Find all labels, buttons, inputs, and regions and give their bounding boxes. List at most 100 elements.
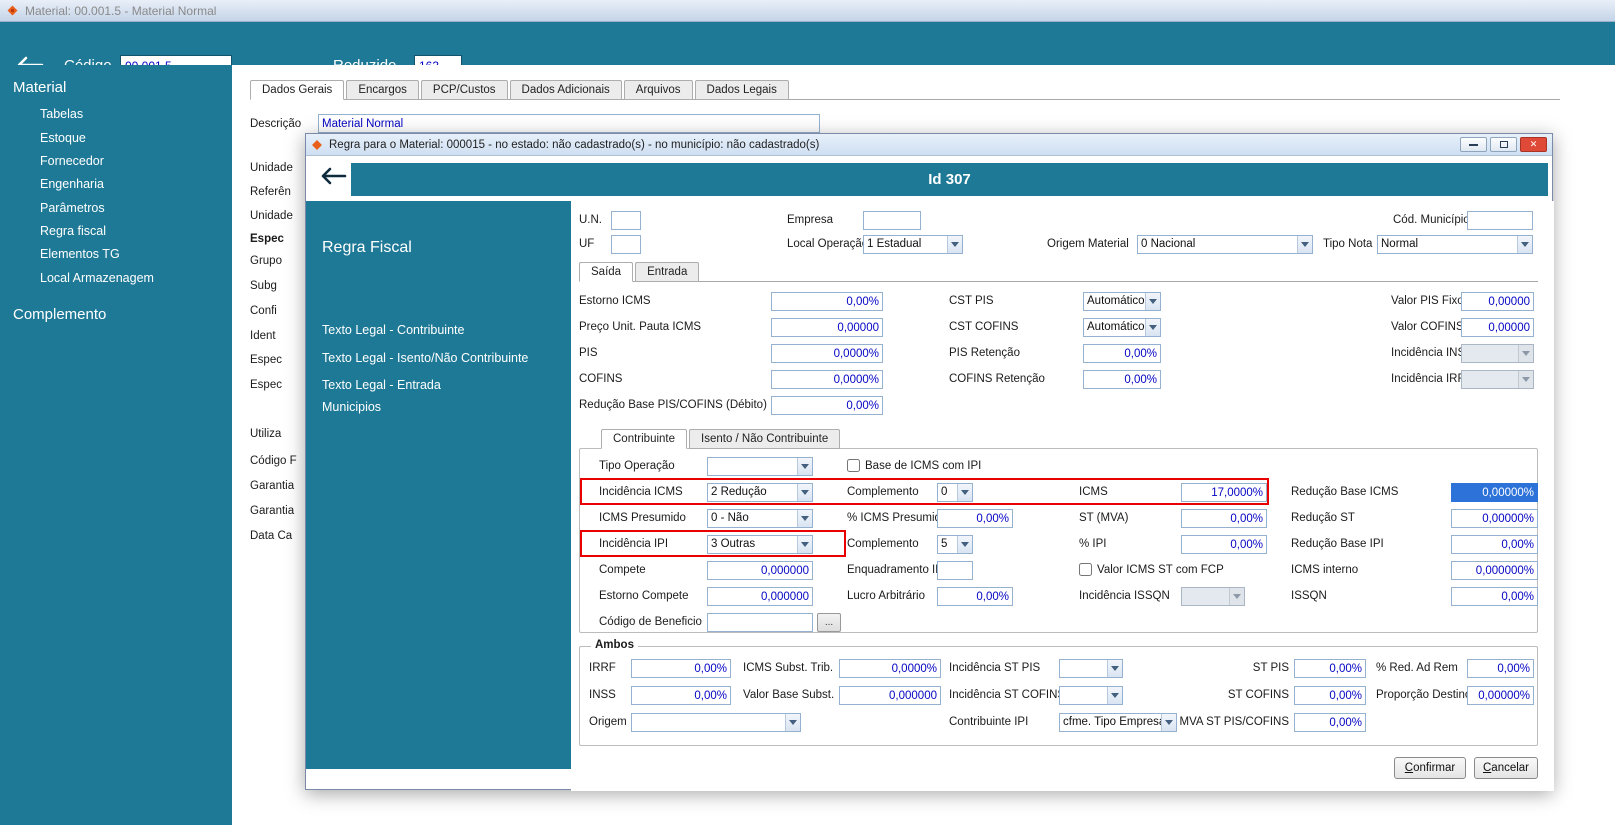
tab-dados-gerais[interactable]: Dados Gerais: [250, 80, 345, 100]
lucro-arbitrario-input[interactable]: [937, 587, 1013, 606]
tab-dados-adicionais[interactable]: Dados Adicionais: [509, 80, 622, 100]
lucro-arbitrario-label: Lucro Arbitrário: [847, 590, 925, 602]
sidebar-item-engenharia[interactable]: Engenharia: [40, 177, 104, 191]
icms-subst-trib-label: ICMS Subst. Trib.: [743, 662, 834, 674]
irrf-input[interactable]: [631, 659, 731, 678]
incidencia-ipi-select[interactable]: 3 Outras: [707, 535, 813, 554]
enquadramento-ipi-input[interactable]: [937, 561, 973, 580]
sidebar-section-complemento[interactable]: Complemento: [13, 306, 106, 323]
incidencia-irrf-select[interactable]: [1461, 370, 1534, 389]
local-operacao-select[interactable]: 1 Estadual: [863, 235, 963, 254]
un-input[interactable]: [611, 211, 641, 230]
icms-interno-input[interactable]: [1451, 561, 1538, 580]
tab-isento-nao-contribuinte[interactable]: Isento / Não Contribuinte: [689, 429, 841, 449]
reducao-st-input[interactable]: [1451, 509, 1538, 528]
tab-contribuinte[interactable]: Contribuinte: [601, 429, 688, 449]
icms-presumido-label: ICMS Presumido: [599, 512, 686, 524]
origem-select[interactable]: [631, 713, 801, 732]
incidencia-icms-select[interactable]: 2 Redução: [707, 483, 813, 502]
pct-red-ad-rem-input[interactable]: [1467, 659, 1534, 678]
origem-material-select[interactable]: 0 Nacional: [1137, 235, 1313, 254]
preco-unit-pauta-icms-input[interactable]: [771, 318, 883, 337]
nav-item-texto-legal-entrada[interactable]: Texto Legal - Entrada: [322, 378, 441, 392]
sidebar-item-parametros[interactable]: Parâmetros: [40, 201, 105, 215]
incidencia-st-cofins-select[interactable]: [1059, 686, 1123, 705]
modal-back-arrow-icon: [321, 167, 347, 185]
valor-base-subst-input[interactable]: [839, 686, 941, 705]
icms-input[interactable]: [1181, 483, 1267, 502]
cofins-input[interactable]: [771, 370, 883, 389]
sidebar-item-local-armazenagem[interactable]: Local Armazenagem: [40, 271, 154, 285]
sidebar-item-tabelas[interactable]: Tabelas: [40, 107, 83, 121]
contribuinte-ipi-select[interactable]: cfme. Tipo Empresa: [1059, 713, 1177, 732]
inss-input[interactable]: [631, 686, 731, 705]
tab-arquivos[interactable]: Arquivos: [623, 80, 693, 100]
clipped-label-grupo: Grupo: [250, 255, 282, 267]
reducao-base-ipi-input[interactable]: [1451, 535, 1538, 554]
nav-item-texto-legal-contribuinte[interactable]: Texto Legal - Contribuinte: [322, 323, 464, 337]
sidebar-item-elementos-tg[interactable]: Elementos TG: [40, 247, 120, 261]
close-button[interactable]: [1520, 137, 1547, 152]
uf-input[interactable]: [611, 235, 641, 254]
tab-entrada[interactable]: Entrada: [635, 262, 700, 282]
estorno-icms-input[interactable]: [771, 292, 883, 311]
pis-retencao-input[interactable]: [1083, 344, 1161, 363]
confirmar-button[interactable]: Confirmar: [1394, 757, 1466, 779]
tab-saida[interactable]: Saída: [579, 262, 634, 282]
reducao-base-icms-input[interactable]: [1451, 483, 1538, 502]
incidencia-st-pis-label: Incidência ST PIS: [949, 662, 1041, 674]
sidebar-item-estoque[interactable]: Estoque: [40, 131, 86, 145]
valor-cofins-fixo-input[interactable]: [1461, 318, 1534, 337]
st-pis-input[interactable]: [1294, 659, 1366, 678]
pct-ipi-input[interactable]: [1181, 535, 1267, 554]
nav-item-municipios[interactable]: Municipios: [322, 400, 381, 414]
proporcao-destino-input[interactable]: [1467, 686, 1534, 705]
reducao-base-pis-cofins-input[interactable]: [771, 396, 883, 415]
icms-presumido-select[interactable]: 0 - Não: [707, 509, 813, 528]
tipo-operacao-select[interactable]: [707, 457, 813, 476]
incidencia-st-pis-select[interactable]: [1059, 659, 1123, 678]
tab-pcp-custos[interactable]: PCP/Custos: [420, 80, 508, 100]
icms-subst-trib-input[interactable]: [839, 659, 941, 678]
minimize-button[interactable]: [1460, 137, 1487, 152]
mva-st-pis-cofins-input[interactable]: [1294, 713, 1366, 732]
sidebar-item-fornecedor[interactable]: Fornecedor: [40, 154, 104, 168]
contribuinte-ipi-value: cfme. Tipo Empresa: [1063, 716, 1161, 728]
codigo-beneficio-input[interactable]: [707, 613, 813, 632]
io-tabstrip: Saída Entrada: [579, 262, 1538, 282]
codigo-beneficio-label: Código de Beneficio: [599, 616, 702, 628]
incidencia-issqn-select[interactable]: [1181, 587, 1245, 606]
st-mva-input[interactable]: [1181, 509, 1267, 528]
complemento-icms-select[interactable]: 0: [937, 483, 973, 502]
cst-cofins-select[interactable]: Automático: [1083, 318, 1161, 337]
tipo-nota-select[interactable]: Normal: [1377, 235, 1533, 254]
valor-pis-fixo-label: Valor PIS Fixo: [1391, 295, 1464, 307]
estorno-compete-input[interactable]: [707, 587, 813, 606]
tab-dados-legais[interactable]: Dados Legais: [694, 80, 789, 100]
tipo-operacao-value: [708, 458, 797, 475]
incidencia-inss-select[interactable]: [1461, 344, 1534, 363]
cofins-retencao-input[interactable]: [1083, 370, 1161, 389]
valor-pis-fixo-input[interactable]: [1461, 292, 1534, 311]
sidebar-item-regra-fiscal[interactable]: Regra fiscal: [40, 224, 106, 238]
descricao-input[interactable]: [318, 114, 820, 133]
compete-input[interactable]: [707, 561, 813, 580]
main-tabstrip: Dados Gerais Encargos PCP/Custos Dados A…: [250, 80, 1560, 100]
issqn-input[interactable]: [1451, 587, 1538, 606]
nav-item-texto-legal-isento[interactable]: Texto Legal - Isento/Não Contribuinte: [322, 351, 528, 365]
cst-pis-select[interactable]: Automático: [1083, 292, 1161, 311]
codigo-beneficio-browse-button[interactable]: ...: [817, 613, 841, 632]
cod-municipio-input[interactable]: [1467, 211, 1533, 230]
maximize-button[interactable]: [1490, 137, 1517, 152]
complemento-ipi-select[interactable]: 5: [937, 535, 973, 554]
st-cofins-input[interactable]: [1294, 686, 1366, 705]
pct-icms-presumido-input[interactable]: [937, 509, 1013, 528]
base-icms-ipi-checkbox[interactable]: [847, 459, 860, 472]
pis-input[interactable]: [771, 344, 883, 363]
valor-icms-st-fcp-checkbox[interactable]: [1079, 563, 1092, 576]
cancelar-button[interactable]: Cancelar: [1474, 757, 1538, 779]
modal-back-button[interactable]: [319, 167, 347, 190]
estorno-compete-label: Estorno Compete: [599, 590, 689, 602]
empresa-input[interactable]: [863, 211, 921, 230]
tab-encargos[interactable]: Encargos: [346, 80, 419, 100]
